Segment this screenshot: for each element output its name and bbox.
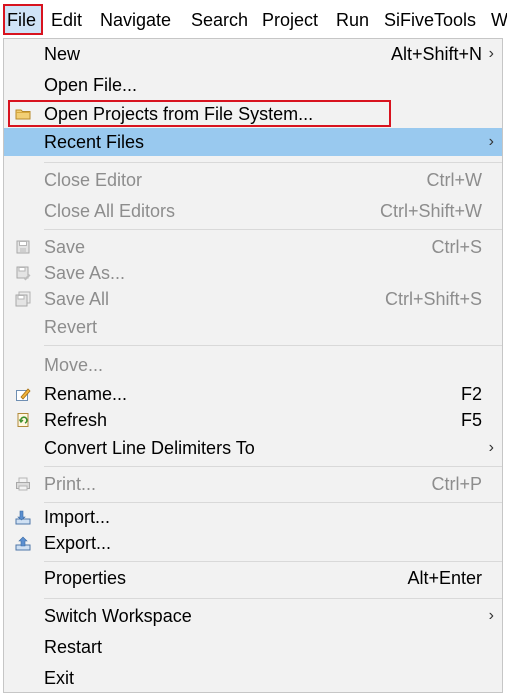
menu-item-shortcut: Ctrl+Shift+W	[379, 201, 482, 221]
menu-item-label: Print...	[44, 474, 97, 494]
save-as-icon	[16, 266, 31, 281]
save-icon	[16, 240, 30, 254]
menu-item-label: Import...	[44, 507, 111, 527]
menu-item-restart[interactable]: Restart	[4, 633, 502, 661]
menu-item-save-as[interactable]: Save As...	[4, 259, 502, 287]
menu-item-open-projects[interactable]: Open Projects from File System...	[4, 100, 502, 128]
menu-separator	[44, 466, 502, 467]
menu-item-export[interactable]: Export...	[4, 529, 502, 557]
menu-item-label: Convert Line Delimiters To	[44, 438, 255, 458]
menu-bar: File Edit Navigate Search Project Run Si…	[0, 0, 507, 38]
rename-icon	[16, 388, 31, 401]
menu-project[interactable]: Project	[262, 7, 318, 33]
menu-item-shortcut: Ctrl+W	[426, 170, 483, 190]
menu-item-rename[interactable]: Rename... F2	[4, 380, 502, 408]
chevron-right-icon: ›	[488, 133, 494, 150]
menu-item-label: Rename...	[44, 384, 128, 404]
import-icon	[15, 510, 31, 525]
chevron-right-icon: ›	[488, 607, 494, 624]
menu-item-label: Export...	[44, 533, 112, 553]
export-icon	[15, 536, 31, 551]
menu-item-label: New	[44, 44, 81, 64]
menu-item-label: Restart	[44, 637, 103, 657]
menu-item-label: Revert	[44, 317, 98, 337]
menu-run[interactable]: Run	[336, 7, 369, 33]
menu-item-close-all-editors[interactable]: Close All Editors Ctrl+Shift+W	[4, 197, 502, 225]
menu-navigate[interactable]: Navigate	[100, 7, 171, 33]
menu-item-label: Switch Workspace	[44, 606, 192, 626]
menu-item-convert-line-delimiters[interactable]: Convert Line Delimiters To ›	[4, 434, 502, 462]
menu-item-label: Properties	[44, 568, 127, 588]
menu-item-label: Save	[44, 237, 86, 257]
menu-item-shortcut: Alt+Shift+N	[390, 44, 482, 64]
menu-item-shortcut: F2	[460, 384, 482, 404]
refresh-icon	[17, 413, 29, 427]
menu-sifivetools[interactable]: SiFiveTools	[384, 7, 476, 33]
menu-item-properties[interactable]: Properties Alt+Enter	[4, 564, 502, 592]
menu-search[interactable]: Search	[191, 7, 248, 33]
menu-item-open-file[interactable]: Open File...	[4, 71, 502, 99]
menu-item-label: Exit	[44, 668, 75, 688]
menu-item-revert[interactable]: Revert	[4, 313, 502, 341]
menu-separator	[44, 162, 502, 163]
menu-item-import[interactable]: Import...	[4, 503, 502, 531]
menu-item-recent-files[interactable]: Recent Files ›	[4, 128, 502, 156]
menu-separator	[44, 345, 502, 346]
menu-item-move[interactable]: Move...	[4, 351, 502, 379]
menu-item-label: Open Projects from File System...	[44, 104, 314, 124]
menu-item-new[interactable]: New Alt+Shift+N ›	[4, 40, 502, 68]
menu-item-print[interactable]: Print... Ctrl+P	[4, 470, 502, 498]
menu-edit[interactable]: Edit	[51, 7, 82, 33]
menu-separator	[44, 598, 502, 599]
menu-item-exit[interactable]: Exit	[4, 664, 502, 692]
menu-item-label: Refresh	[44, 410, 108, 430]
save-all-icon	[15, 291, 31, 307]
menu-item-save[interactable]: Save Ctrl+S	[4, 233, 502, 261]
menu-item-shortcut: Alt+Enter	[407, 568, 482, 588]
menu-item-refresh[interactable]: Refresh F5	[4, 406, 502, 434]
menu-item-save-all[interactable]: Save All Ctrl+Shift+S	[4, 285, 502, 313]
menu-separator	[44, 561, 502, 562]
menu-item-label: Close All Editors	[44, 201, 176, 221]
menu-item-shortcut: F5	[460, 410, 482, 430]
menu-item-label: Save As...	[44, 263, 126, 283]
menu-item-label: Close Editor	[44, 170, 143, 190]
menu-item-label: Save All	[44, 289, 110, 309]
menu-window[interactable]: W	[491, 7, 507, 33]
menu-item-switch-workspace[interactable]: Switch Workspace ›	[4, 602, 502, 630]
menu-item-label: Open File...	[44, 75, 138, 95]
menu-item-shortcut: Ctrl+S	[431, 237, 482, 257]
menu-item-close-editor[interactable]: Close Editor Ctrl+W	[4, 166, 502, 194]
menu-item-shortcut: Ctrl+Shift+S	[384, 289, 482, 309]
menu-item-label: Recent Files	[44, 132, 145, 152]
menu-item-shortcut: Ctrl+P	[431, 474, 482, 494]
print-icon	[16, 477, 30, 491]
folder-icon	[15, 109, 31, 120]
chevron-right-icon: ›	[488, 45, 494, 62]
menu-file[interactable]: File	[7, 7, 36, 33]
menu-separator	[44, 229, 502, 230]
chevron-right-icon: ›	[488, 439, 494, 456]
file-dropdown-menu: New Alt+Shift+N › Open File... Open Proj…	[3, 38, 503, 693]
menu-item-label: Move...	[44, 355, 104, 375]
